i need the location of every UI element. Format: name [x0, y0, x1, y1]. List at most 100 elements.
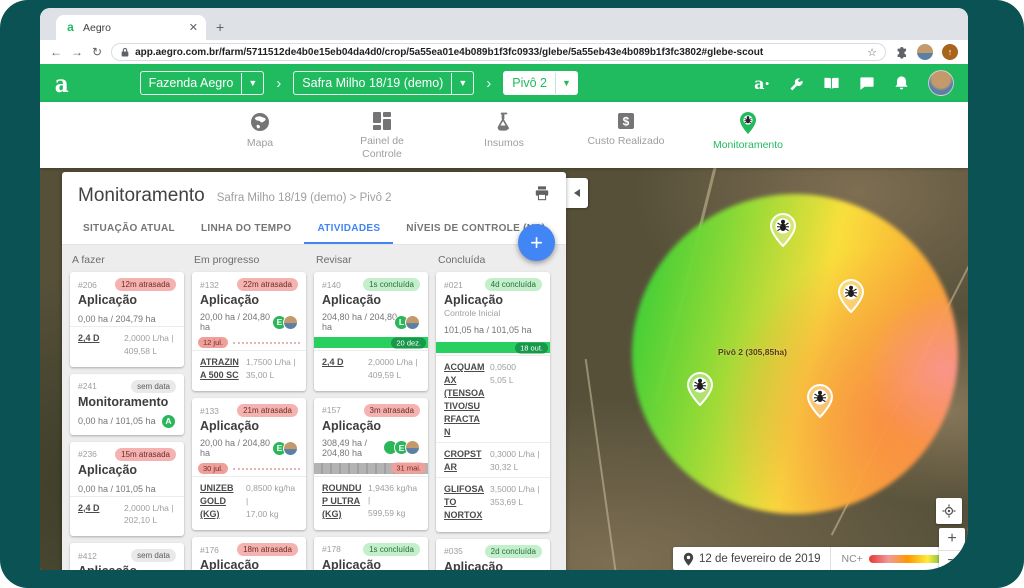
- due-date-chip: 18 out.: [515, 342, 548, 353]
- nav-item-insumos[interactable]: Insumos: [461, 111, 547, 150]
- task-area: 20,00 ha / 204,80 ha: [200, 312, 276, 332]
- task-card[interactable]: #241sem dataMonitoramento0,00 ha / 101,0…: [70, 374, 184, 435]
- task-subtitle: Controle Inicial: [444, 308, 542, 318]
- bell-icon[interactable]: [893, 75, 910, 92]
- input-total: 30,32 L: [490, 461, 542, 474]
- due-date-row: 30 jul.: [192, 463, 306, 474]
- task-card[interactable]: #412sem dataAplicação0,00 ha / 101,05 ha: [70, 543, 184, 570]
- reload-icon[interactable]: ↻: [92, 45, 102, 59]
- tab-atividades[interactable]: ATIVIDADES: [304, 214, 393, 244]
- task-id: #157: [322, 405, 341, 415]
- wrench-icon[interactable]: [788, 75, 805, 92]
- bookmark-star-icon[interactable]: ☆: [867, 46, 877, 59]
- task-area: 308,49 ha / 204,80 ha: [322, 438, 387, 458]
- input-values: 2,0000 L/ha |409,59 L: [368, 356, 420, 382]
- input-item[interactable]: 2,4 D2,0000 L/ha |202,10 L: [70, 496, 184, 531]
- zoom-out-button[interactable]: −: [939, 551, 965, 571]
- task-card[interactable]: #13321m atrasadaAplicação20,00 ha / 204,…: [192, 398, 306, 530]
- breadcrumb-separator: ›: [274, 75, 283, 92]
- forward-icon[interactable]: →: [71, 45, 83, 59]
- back-icon[interactable]: ←: [50, 45, 62, 59]
- user-avatar[interactable]: [928, 70, 954, 96]
- assignee-avatar[interactable]: [405, 440, 420, 455]
- assignee-avatar[interactable]: [405, 315, 420, 330]
- input-values: 0,3000 L/ha |30,32 L: [490, 448, 542, 474]
- task-card[interactable]: #17618m atrasadaAplicação150,00 ha / 204…: [192, 537, 306, 570]
- new-tab-button[interactable]: +: [216, 19, 224, 35]
- task-area: 0,00 ha / 101,05 ha: [78, 416, 156, 426]
- panel-collapse-button[interactable]: [566, 178, 588, 208]
- extensions-icon[interactable]: [895, 46, 908, 59]
- input-item[interactable]: 2,4 D2,0000 L/ha |409,59 L: [314, 350, 428, 385]
- scout-pin[interactable]: [807, 384, 833, 418]
- chevron-down-icon[interactable]: ▼: [555, 73, 577, 94]
- tab-situacao-atual[interactable]: SITUAÇÃO ATUAL: [70, 214, 188, 244]
- task-card[interactable]: #13222m atrasadaAplicação20,00 ha / 204,…: [192, 272, 306, 391]
- area-row: 308,49 ha / 204,80 haE: [322, 438, 420, 458]
- input-item[interactable]: GLIFOSATO NORTOX3,5000 L/ha |353,69 L: [436, 477, 550, 525]
- area-row: 20,00 ha / 204,80 haE: [200, 312, 298, 332]
- task-area: 101,05 ha / 101,05 ha: [444, 325, 532, 335]
- monitoring-panel: Monitoramento Safra Milho 18/19 (demo) >…: [62, 172, 566, 570]
- aegro-logo[interactable]: a: [55, 69, 69, 98]
- chat-icon[interactable]: [858, 75, 875, 92]
- address-bar[interactable]: app.aegro.com.br/farm/5711512de4b0e15eb0…: [111, 43, 886, 61]
- card-header-row: #17618m atrasada: [200, 543, 298, 556]
- input-dose: 2,0000 L/ha |: [124, 332, 176, 345]
- breadcrumb-farm[interactable]: Fazenda Aegro ▼: [140, 71, 265, 95]
- zoom-in-button[interactable]: +: [939, 528, 965, 551]
- chevron-down-icon[interactable]: ▼: [241, 73, 263, 94]
- breadcrumb-glebe[interactable]: Pivô 2 ▼: [503, 71, 578, 95]
- task-title: Aplicação: [78, 293, 176, 307]
- assignee-avatar[interactable]: [283, 441, 298, 456]
- input-item[interactable]: CROPSTAR0,3000 L/ha |30,32 L: [436, 442, 550, 477]
- nav-item-custo-realizado[interactable]: $ Custo Realizado: [583, 111, 669, 148]
- assignee-initial[interactable]: A: [161, 414, 176, 429]
- breadcrumb-crop[interactable]: Safra Milho 18/19 (demo) ▼: [293, 71, 474, 95]
- scout-pin[interactable]: [838, 279, 864, 313]
- nc-scale-label: NC+: [841, 553, 862, 565]
- task-card[interactable]: #0214d concluídaAplicaçãoControle Inicia…: [436, 272, 550, 532]
- book-icon[interactable]: [823, 75, 840, 92]
- task-id: #035: [444, 546, 463, 556]
- nav-item-painel-de-controle[interactable]: Painel de Controle: [339, 111, 425, 161]
- input-values: 1,9436 kg/ha |599,59 kg: [368, 482, 420, 521]
- scout-pin[interactable]: [687, 372, 713, 406]
- add-activity-fab[interactable]: +: [518, 224, 555, 261]
- area-row: 0,00 ha / 101,05 ha: [78, 482, 176, 496]
- input-dose: 2,0000 L/ha |: [368, 356, 420, 369]
- browser-profile-avatar[interactable]: [917, 44, 933, 60]
- browser-tab[interactable]: a Aegro ✕: [56, 15, 206, 40]
- map-date-control[interactable]: 12 de fevereiro de 2019: [673, 547, 831, 570]
- input-name: CROPSTAR: [444, 448, 490, 474]
- input-item[interactable]: ROUNDUP ULTRA (KG)1,9436 kg/ha |599,59 k…: [314, 476, 428, 524]
- locate-button[interactable]: [936, 498, 962, 524]
- assignee-avatar[interactable]: [283, 315, 298, 330]
- chevron-down-icon[interactable]: ▼: [451, 73, 473, 94]
- status-badge: 22m atrasada: [237, 278, 298, 291]
- card-header-row: #0214d concluída: [444, 278, 542, 291]
- input-item[interactable]: ACQUAMAX (TENSOATIVO/SURFACTAN0,05005,05…: [436, 355, 550, 442]
- input-item[interactable]: ATRAZINA 500 SC1,7500 L/ha |35,00 L: [192, 350, 306, 385]
- task-card[interactable]: #23615m atrasadaAplicação0,00 ha / 101,0…: [70, 442, 184, 537]
- panel-title: Monitoramento: [78, 185, 205, 207]
- task-card[interactable]: #1401s concluídaAplicação204,80 ha / 204…: [314, 272, 428, 391]
- input-item[interactable]: 2,4 D2,0000 L/ha |409,58 L: [70, 326, 184, 361]
- flask-icon: [493, 111, 515, 133]
- lock-icon: [120, 46, 130, 58]
- task-card[interactable]: #1573m atrasadaAplicação308,49 ha / 204,…: [314, 398, 428, 530]
- input-item[interactable]: UNIZEB GOLD (KG)0,8500 kg/ha |17,00 kg: [192, 476, 306, 524]
- aegro-assistant-icon[interactable]: a·: [754, 74, 770, 93]
- nav-item-monitoramento[interactable]: Monitoramento: [705, 111, 791, 152]
- browser-update-icon[interactable]: ↑: [942, 44, 958, 60]
- task-card[interactable]: #1781s concluídaAplicação204,79 ha / 204…: [314, 537, 428, 570]
- tab-linha-do-tempo[interactable]: LINHA DO TEMPO: [188, 214, 305, 244]
- input-name: ACQUAMAX (TENSOATIVO/SURFACTAN: [444, 361, 490, 439]
- area-row: 101,05 ha / 101,05 ha: [444, 323, 542, 337]
- task-card[interactable]: #0352d concluídaAplicaçãoControle lagart…: [436, 539, 550, 570]
- scout-pin[interactable]: [770, 213, 796, 247]
- nav-item-mapa[interactable]: Mapa: [217, 111, 303, 150]
- tab-close-icon[interactable]: ✕: [189, 21, 198, 34]
- print-icon[interactable]: [534, 185, 550, 201]
- task-card[interactable]: #20612m atrasadaAplicação0,00 ha / 204,7…: [70, 272, 184, 367]
